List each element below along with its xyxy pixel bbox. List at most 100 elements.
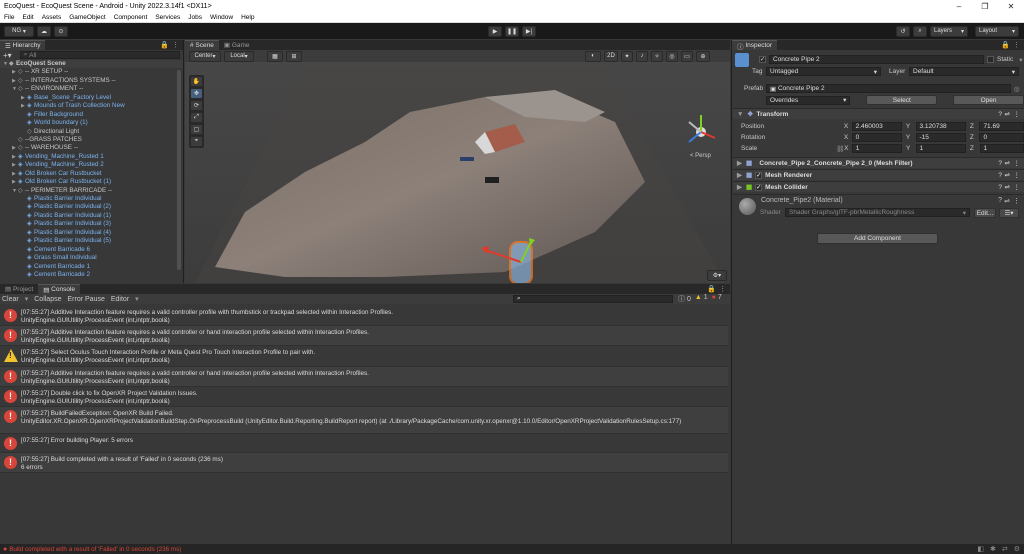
toggle-2d-button[interactable]: 2D: [604, 50, 618, 62]
hierarchy-item[interactable]: ◈ Plastic Barrier Individual (4): [0, 229, 183, 237]
mesh-collider-checkbox[interactable]: ✓: [755, 183, 763, 191]
help-icon[interactable]: ?: [998, 184, 1002, 191]
hidden-objects-icon[interactable]: ◎: [666, 50, 678, 62]
console-entry[interactable]: ! [07:55:27] Double click to fix OpenXR P…: [0, 387, 728, 407]
target-icon[interactable]: ◎: [1014, 85, 1020, 93]
grid-icon[interactable]: ▦: [267, 50, 283, 62]
layers-dropdown[interactable]: Layers ▾: [930, 25, 968, 37]
hierarchy-item[interactable]: ◈ Plastic Barrier Individual (5): [0, 237, 183, 245]
hierarchy-item[interactable]: ▶ ◈ Vending_Machine_Rusted 2: [0, 161, 183, 169]
scale-x-input[interactable]: 1: [851, 144, 903, 153]
space-dropdown[interactable]: Local ▾: [224, 50, 254, 62]
tab-console[interactable]: ▤ Console: [38, 284, 80, 294]
menu-icon[interactable]: ⋮: [1013, 197, 1020, 205]
mesh-renderer-checkbox[interactable]: ✓: [755, 171, 763, 179]
close-button[interactable]: ✕: [998, 2, 1024, 11]
error-count[interactable]: ● 7: [712, 294, 722, 304]
hierarchy-item[interactable]: ▶ ◇ -- INTERACTIONS SYSTEMS --: [0, 77, 183, 85]
step-button[interactable]: ▶|: [522, 25, 536, 37]
preset-icon[interactable]: ⇌: [1004, 197, 1010, 205]
chevron-down-icon[interactable]: ▾: [135, 295, 139, 303]
hierarchy-item[interactable]: ◈ Plastic Barrier Individual (3): [0, 220, 183, 228]
layout-dropdown[interactable]: Layout ▾: [975, 25, 1019, 37]
menu-assets[interactable]: Assets: [38, 14, 66, 21]
pause-button[interactable]: ❚❚: [505, 25, 519, 37]
hierarchy-item[interactable]: ▶ ◈ Vending_Machine_Rusted 1: [0, 153, 183, 161]
camera-icon[interactable]: ▭: [681, 50, 693, 62]
console-entry[interactable]: ! [07:55:27] Additive Interaction feature…: [0, 306, 728, 326]
menu-icon[interactable]: ⋮: [1014, 110, 1021, 118]
menu-icon[interactable]: ⋮: [1014, 171, 1021, 179]
tab-game[interactable]: ▣ Game: [218, 40, 255, 50]
hierarchy-item[interactable]: ◈ Plastic Barrier Individual (2): [0, 203, 183, 211]
active-checkbox[interactable]: ✓: [759, 56, 766, 63]
search-icon[interactable]: ⌕: [913, 25, 927, 37]
scene-root[interactable]: ▼◆ EcoQuest Scene: [0, 60, 183, 69]
account-button[interactable]: NG ▾: [4, 25, 34, 37]
cache-icon[interactable]: ◧: [977, 545, 984, 553]
settings-icon[interactable]: ⚙: [1014, 545, 1020, 553]
hierarchy-item[interactable]: ◈ Filler Background: [0, 111, 183, 119]
shading-icon[interactable]: ◐: [585, 50, 601, 62]
tag-dropdown[interactable]: Untagged ▾: [766, 67, 881, 76]
console-entry[interactable]: ! [07:55:27] Select Oculus Touch Interact…: [0, 346, 728, 367]
effects-icon[interactable]: ✧: [651, 50, 663, 62]
collapse-arrow-icon[interactable]: ▶: [737, 159, 742, 167]
edit-shader-button[interactable]: Edit...: [974, 208, 996, 218]
rotation-x-input[interactable]: 0: [851, 133, 902, 142]
help-icon[interactable]: ?: [998, 197, 1002, 204]
hierarchy-item[interactable]: ▶ ◈ Base_Scene_Factory Level: [0, 94, 183, 102]
hierarchy-item[interactable]: ◈ World boundary (1): [0, 119, 183, 127]
link-icon[interactable]: ⛓: [836, 145, 844, 153]
hierarchy-search-input[interactable]: ⌕ All: [19, 51, 180, 59]
position-x-input[interactable]: 2.460003: [851, 122, 902, 131]
gizmos-icon[interactable]: ⊕: [696, 50, 710, 62]
hierarchy-item[interactable]: ◈ Grass Small Individual: [0, 254, 183, 262]
mesh-filter-component-header[interactable]: ▶ ▦ Concrete_Pipe 2_Concrete_Pipe 2_0 (M…: [733, 157, 1024, 168]
tab-scene[interactable]: # Scene: [185, 40, 219, 50]
console-entry[interactable]: ! [07:55:27] Error building Player: 5 err…: [0, 434, 728, 453]
shader-dropdown[interactable]: Shader Graphs/glTF-pbrMetallicRoughness ▾: [785, 208, 970, 217]
hierarchy-item[interactable]: ◈ Cement Barricade 1: [0, 263, 183, 271]
preset-icon[interactable]: ⇌: [1005, 171, 1010, 179]
position-y-input[interactable]: 3.120738: [915, 122, 966, 131]
hierarchy-scrollbar[interactable]: [177, 70, 181, 270]
menu-icon[interactable]: ⋮: [1014, 183, 1021, 191]
hierarchy-item[interactable]: ◈ Plastic Barrier Individual: [0, 195, 183, 203]
hierarchy-item[interactable]: ▼◇ -- ENVIRONMENT --: [0, 85, 183, 93]
rotation-y-input[interactable]: -15: [915, 133, 966, 142]
static-checkbox[interactable]: [987, 56, 994, 63]
hierarchy-item[interactable]: ▶ ◇ -- WAREHOUSE --: [0, 144, 183, 152]
history-icon[interactable]: ↺: [896, 25, 910, 37]
select-button[interactable]: Select: [866, 95, 938, 105]
menu-edit[interactable]: Edit: [18, 14, 37, 21]
snap-icon[interactable]: ⊞: [286, 50, 302, 62]
menu-services[interactable]: Services: [151, 14, 184, 21]
help-icon[interactable]: ?: [998, 172, 1002, 179]
prefab-field[interactable]: ▣ Concrete Pipe 2: [766, 84, 1011, 93]
collapse-button[interactable]: Collapse: [34, 296, 61, 303]
cloud-icon[interactable]: ☁: [37, 25, 51, 37]
hierarchy-item[interactable]: ◇ --GRASS PATCHES: [0, 136, 183, 144]
pivot-dropdown[interactable]: Center ▾: [189, 50, 221, 62]
network-icon[interactable]: ⇄: [1002, 545, 1008, 553]
mesh-renderer-component-header[interactable]: ▶ ▦ ✓ Mesh Renderer ? ⇌ ⋮: [733, 169, 1024, 180]
play-button[interactable]: ▶: [488, 25, 502, 37]
minimize-button[interactable]: –: [946, 2, 972, 11]
tab-project[interactable]: ▤ Project: [0, 284, 39, 294]
status-message[interactable]: Build completed with a result of 'Failed…: [9, 546, 181, 553]
info-count[interactable]: ⓘ 0: [678, 294, 691, 304]
clear-button[interactable]: Clear: [2, 296, 19, 303]
add-icon[interactable]: +▾: [3, 51, 12, 60]
audio-icon[interactable]: ♪: [636, 50, 648, 62]
menu-component[interactable]: Component: [110, 14, 152, 21]
layer-dropdown[interactable]: Default ▾: [909, 67, 1019, 76]
hierarchy-item[interactable]: ▶ ◇ -- XR SETUP --: [0, 68, 183, 76]
rotation-z-input[interactable]: 0: [979, 133, 1024, 142]
collapse-arrow-icon[interactable]: ▼: [737, 111, 743, 118]
add-component-button[interactable]: Add Component: [817, 233, 938, 244]
lighting-icon[interactable]: ✦: [621, 50, 633, 62]
hierarchy-item[interactable]: ▶ ◈ Mounds of Trash Collection New: [0, 102, 183, 110]
tab-hierarchy[interactable]: ☰ Hierarchy: [0, 40, 46, 50]
menu-jobs[interactable]: Jobs: [184, 14, 206, 21]
